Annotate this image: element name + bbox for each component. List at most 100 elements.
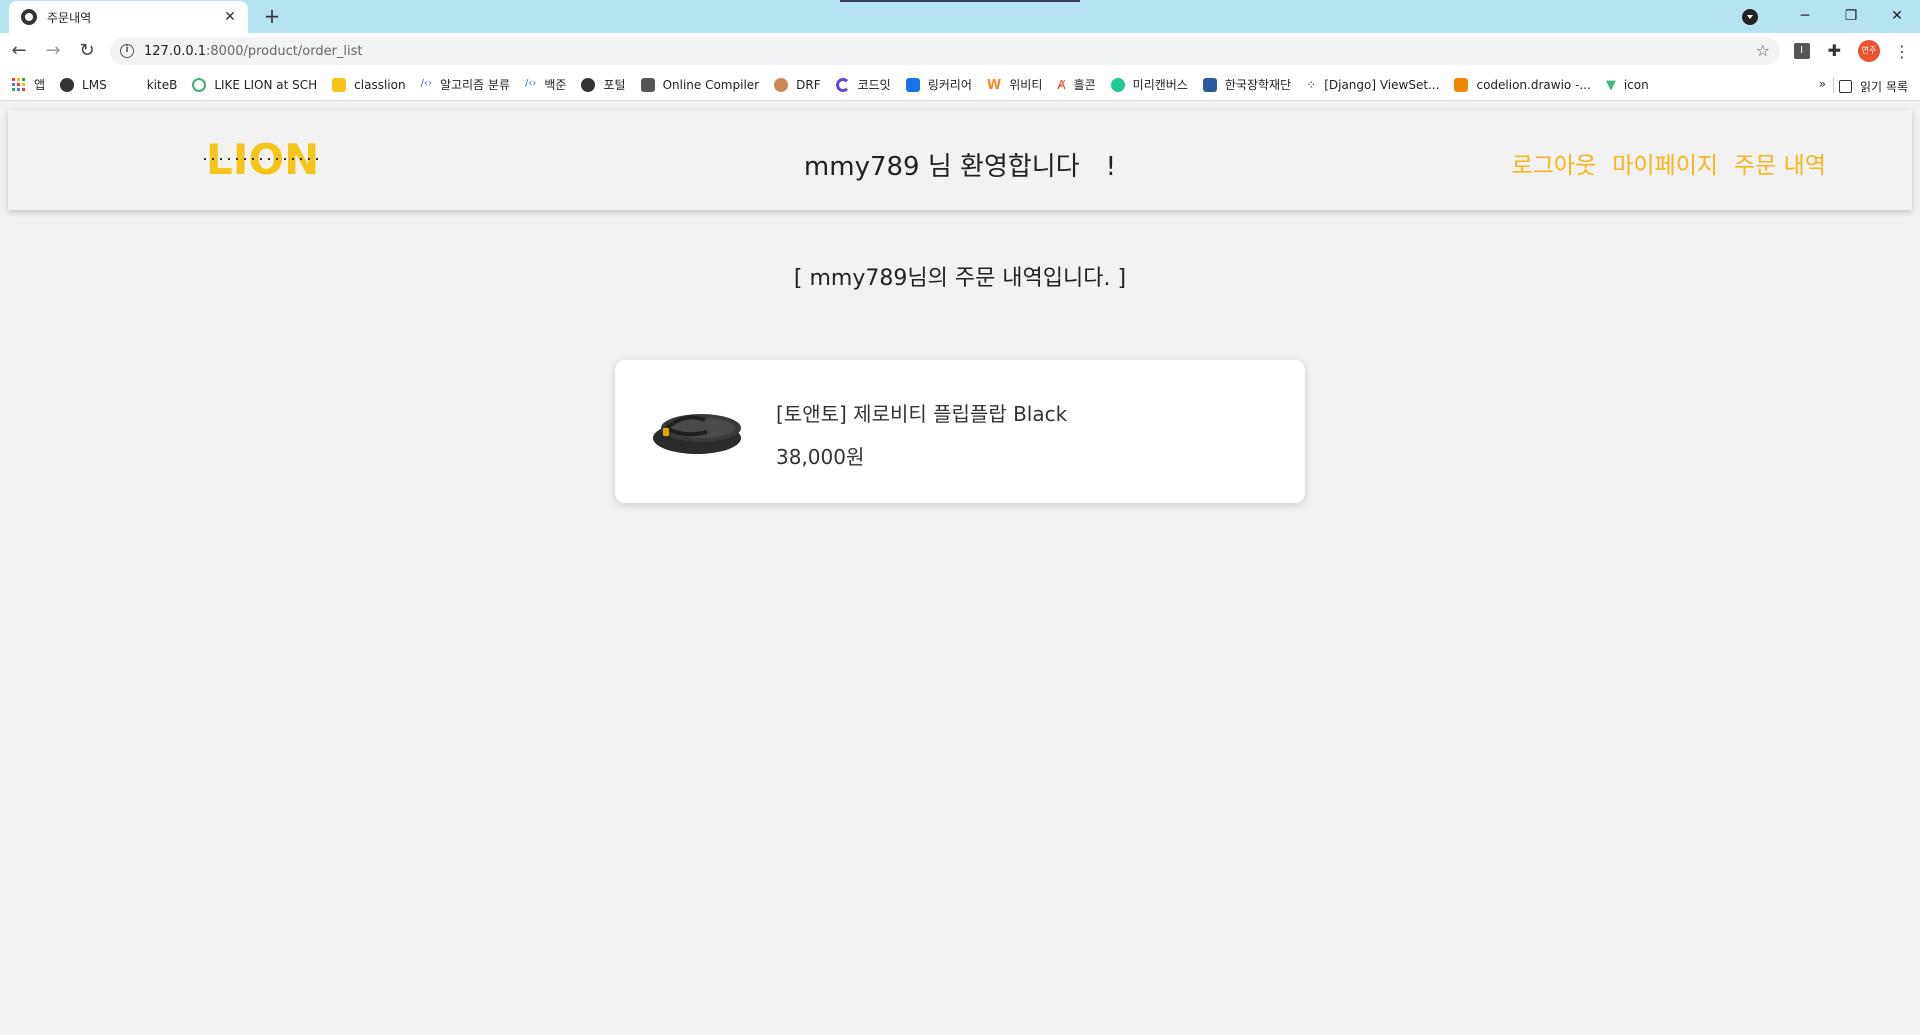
- lion-icon: [332, 77, 347, 92]
- linkareer-icon: [905, 77, 920, 92]
- bookmark-label: codelion.drawio -...: [1476, 77, 1591, 92]
- tab-title: 주문내역: [47, 10, 92, 25]
- code-icon: /‹›: [420, 77, 432, 89]
- product-price: 38,000원: [776, 445, 865, 469]
- bookmark-item[interactable]: LIKE LION at SCH: [192, 77, 318, 92]
- product-name: [토앤토] 제로비티 플립플랍 Black: [776, 402, 1068, 426]
- bookmark-star-icon[interactable]: ☆: [1756, 41, 1770, 60]
- bookmark-item[interactable]: 포털: [581, 76, 626, 93]
- order-list-title: [ mmy789님의 주문 내역입니다. ]: [793, 266, 1127, 291]
- bookmark-label: 백준: [544, 78, 567, 92]
- bookmark-label: 알고리즘 분류: [439, 78, 510, 92]
- order-item-card[interactable]: [토앤토] 제로비티 플립플랍 Black 38,000원: [615, 360, 1305, 503]
- bookmark-item[interactable]: ▼ icon: [1605, 77, 1649, 93]
- minimize-button[interactable]: ─: [1782, 0, 1828, 33]
- bookmark-item[interactable]: kiteB: [147, 78, 178, 92]
- a-icon: Ⱥ: [1057, 77, 1066, 92]
- browser-tab[interactable]: 주문내역 ✕: [9, 1, 248, 33]
- reading-list-label: 읽기 목록: [1860, 80, 1908, 94]
- bookmark-item[interactable]: Online Compiler: [640, 77, 760, 92]
- t-icon: ⁘: [1306, 77, 1317, 92]
- bookmark-label: 링커리어: [927, 78, 972, 92]
- bookmark-item[interactable]: /‹› 백준: [525, 76, 566, 93]
- bookmark-label: [Django] ViewSet...: [1324, 77, 1440, 92]
- bookmark-item[interactable]: 링커리어: [905, 76, 972, 93]
- bookmarks-divider: [1833, 77, 1834, 93]
- bookmark-item[interactable]: DRF: [774, 77, 821, 92]
- m-icon: [1110, 77, 1125, 92]
- bookmark-label: Online Compiler: [662, 77, 760, 92]
- extensions-area: I ✚ 연주 ⋮: [1785, 33, 1920, 69]
- bookmarks-bar: 앱 LMS kiteB LIKE LION at SCH classlion /…: [0, 69, 1920, 101]
- forward-arrow-icon[interactable]: →: [38, 36, 68, 66]
- bookmark-label: kiteB: [146, 77, 178, 92]
- new-tab-button[interactable]: +: [260, 4, 284, 28]
- bookmark-label: icon: [1623, 77, 1649, 92]
- bookmark-label: classlion: [354, 77, 406, 92]
- wevity-icon: W: [986, 77, 1002, 93]
- restore-button[interactable]: ❐: [1828, 0, 1874, 33]
- reload-icon[interactable]: ↻: [72, 36, 102, 66]
- page-content: LION mmy789 님 환영합니다! 로그아웃 마이페이지 주문 내역 [ …: [0, 102, 1920, 1035]
- apps-icon: [12, 77, 26, 92]
- browser-toolbar: ← → ↻ i 127.0.0.1:8000/product/order_lis…: [0, 33, 1920, 69]
- flip-flop-image: [653, 414, 741, 454]
- close-icon[interactable]: ✕: [222, 9, 238, 25]
- profile-avatar[interactable]: 연주: [1858, 40, 1880, 62]
- bookmark-label: 한국장학재단: [1224, 78, 1292, 92]
- welcome-mark: !: [1105, 152, 1117, 182]
- tab-strip-indicator: [840, 0, 1080, 2]
- bookmark-item[interactable]: /‹› 알고리즘 분류: [421, 76, 510, 93]
- bookmark-item[interactable]: codelion.drawio -...: [1454, 77, 1591, 92]
- logout-link[interactable]: 로그아웃: [1512, 146, 1597, 180]
- bookmark-item[interactable]: ⁘ [Django] ViewSet...: [1306, 78, 1439, 92]
- header-nav: 로그아웃 마이페이지 주문 내역: [1496, 146, 1826, 180]
- globe-icon: [21, 9, 37, 25]
- cap-icon: [1202, 77, 1217, 92]
- globe-icon: [60, 77, 75, 92]
- info-icon[interactable]: i: [120, 44, 134, 58]
- url-host: 127.0.0.1: [144, 43, 207, 59]
- vue-icon: ▼: [1605, 77, 1616, 93]
- mypage-link[interactable]: 마이페이지: [1612, 146, 1718, 180]
- window-controls: ─ ❐ ✕: [1742, 0, 1920, 33]
- bookmark-item[interactable]: 앱: [12, 76, 45, 93]
- bookmark-label: DRF: [796, 77, 821, 92]
- welcome-text: mmy789 님 환영합니다: [803, 152, 1080, 182]
- bookmark-label: 흘콘: [1073, 78, 1096, 92]
- bookmark-label: 코드잇: [857, 78, 891, 92]
- close-window-button[interactable]: ✕: [1874, 0, 1920, 33]
- circle-icon: [192, 77, 207, 92]
- bookmark-label: 위비티: [1009, 78, 1043, 92]
- bookmark-label: 미리캔버스: [1132, 78, 1188, 92]
- bookmark-label: LMS: [82, 77, 107, 92]
- bookmark-label: LIKE LION at SCH: [214, 77, 318, 92]
- bookmark-item[interactable]: LMS: [60, 77, 107, 92]
- drawio-icon: [1454, 77, 1469, 92]
- browser-tab-strip: 주문내역 ✕ + ─ ❐ ✕: [0, 0, 1920, 33]
- reading-list-icon: [1839, 80, 1853, 93]
- codeit-icon: [835, 77, 850, 92]
- bookmark-item[interactable]: 미리캔버스: [1110, 76, 1188, 93]
- bookmark-label: 앱: [34, 78, 46, 92]
- code-icon: /‹›: [525, 77, 537, 89]
- address-bar[interactable]: i 127.0.0.1:8000/product/order_list ☆: [110, 37, 1780, 65]
- compiler-icon: [640, 77, 655, 92]
- bookmark-item[interactable]: classlion: [332, 77, 406, 92]
- face-icon: [774, 77, 789, 92]
- kebab-menu-icon[interactable]: ⋮: [1894, 42, 1910, 61]
- bookmark-item[interactable]: 코드잇: [835, 76, 891, 93]
- puzzle-icon[interactable]: ✚: [1828, 43, 1841, 59]
- extension-icon[interactable]: I: [1793, 43, 1810, 59]
- bookmark-item[interactable]: 한국장학재단: [1202, 76, 1292, 93]
- bookmark-item[interactable]: W 위비티: [987, 76, 1042, 93]
- order-history-link[interactable]: 주문 내역: [1734, 146, 1826, 180]
- globe-icon: [581, 77, 596, 92]
- back-arrow-icon[interactable]: ←: [4, 36, 34, 66]
- more-bookmarks-icon[interactable]: »: [1819, 77, 1826, 91]
- tab-search-icon[interactable]: [1742, 8, 1758, 25]
- reading-list-button[interactable]: 읽기 목록: [1839, 78, 1908, 95]
- site-header: LION mmy789 님 환영합니다! 로그아웃 마이페이지 주문 내역: [8, 110, 1912, 210]
- bookmark-item[interactable]: Ⱥ 흘콘: [1057, 76, 1095, 93]
- url-path: :8000/product/order_list: [206, 43, 363, 59]
